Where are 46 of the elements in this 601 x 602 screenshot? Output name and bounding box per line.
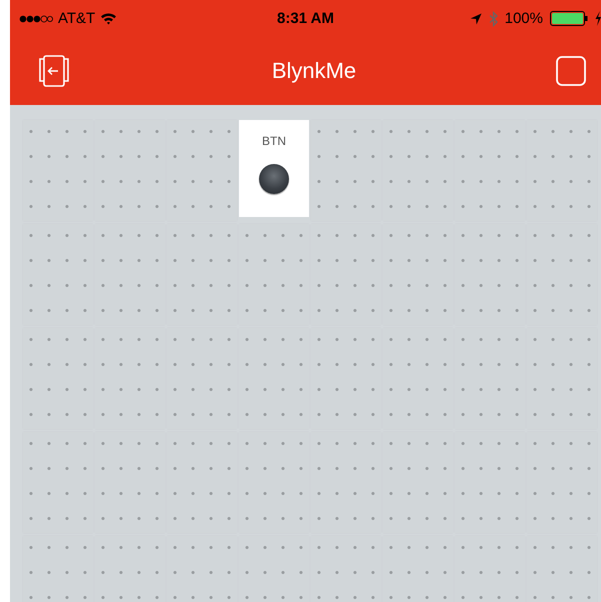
location-arrow-icon [470, 12, 482, 24]
wifi-icon [100, 12, 118, 25]
grid-cell[interactable] [95, 432, 165, 533]
grid-cell[interactable] [455, 432, 525, 533]
grid-cell[interactable] [23, 120, 93, 221]
grid-cell[interactable] [23, 224, 93, 325]
grid-cell[interactable] [95, 328, 165, 429]
grid-cell[interactable] [383, 224, 453, 325]
grid-cell[interactable] [383, 328, 453, 429]
grid-cell[interactable] [167, 328, 237, 429]
round-button[interactable] [259, 164, 289, 194]
grid-cell[interactable] [167, 432, 237, 533]
grid-cell[interactable] [311, 120, 381, 221]
charging-icon [595, 11, 601, 26]
grid-cell[interactable] [311, 432, 381, 533]
grid-cell[interactable] [23, 432, 93, 533]
grid-cell[interactable] [455, 224, 525, 325]
square-icon[interactable] [556, 56, 586, 86]
grid-cell[interactable] [23, 328, 93, 429]
grid-cell[interactable] [527, 328, 597, 429]
bluetooth-icon [488, 10, 498, 26]
grid-cell[interactable] [383, 120, 453, 221]
button-widget[interactable]: BTN [239, 120, 309, 217]
carrier-name: AT&T [58, 10, 96, 27]
grid-cell[interactable] [239, 224, 309, 325]
grid-cell[interactable] [527, 120, 597, 221]
grid-cell[interactable] [311, 328, 381, 429]
grid-cell[interactable] [167, 224, 237, 325]
widget-label: BTN [262, 134, 286, 148]
grid-cell[interactable] [383, 432, 453, 533]
grid-cell[interactable] [95, 120, 165, 221]
status-time: 8:31 AM [277, 10, 334, 27]
grid-cell[interactable] [239, 432, 309, 533]
grid-cell[interactable] [527, 432, 597, 533]
grid-cell[interactable] [239, 328, 309, 429]
grid-cell[interactable] [527, 224, 597, 325]
grid-cell[interactable] [167, 120, 237, 221]
exit-icon[interactable] [36, 55, 72, 87]
battery-percent: 100% [504, 10, 543, 27]
grid-cell[interactable] [455, 328, 525, 429]
grid-cell[interactable] [95, 224, 165, 325]
signal-icon [19, 14, 53, 22]
grid-cell[interactable] [311, 224, 381, 325]
battery-icon [550, 11, 588, 26]
app-title: BlynkMe [272, 58, 356, 84]
grid-cell[interactable] [455, 120, 525, 221]
